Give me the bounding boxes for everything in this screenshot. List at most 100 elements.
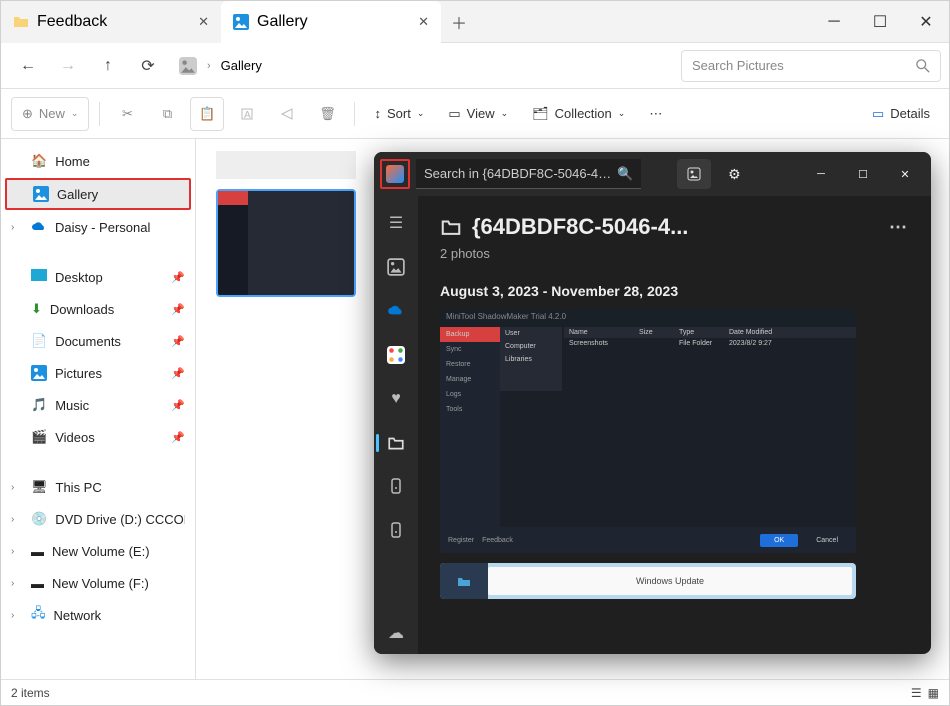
- new-button[interactable]: ⊕ New ⌄: [11, 97, 89, 131]
- sidebar-item-label: Home: [55, 154, 90, 169]
- minimize-button[interactable]: ─: [801, 159, 841, 189]
- address-bar[interactable]: › Gallery: [169, 57, 679, 75]
- details-label: Details: [890, 106, 930, 121]
- download-icon: ⬇: [31, 301, 42, 317]
- favorites-icon[interactable]: [374, 334, 418, 376]
- sidebar-item-label: Pictures: [55, 366, 102, 381]
- drive-icon: ▬: [31, 576, 44, 591]
- all-photos-icon[interactable]: [374, 246, 418, 288]
- sidebar: 🏠 Home Gallery › Daisy - Personal Deskto…: [1, 139, 196, 679]
- sidebar-item-label: Videos: [55, 430, 95, 445]
- network-icon: 🖧: [31, 604, 46, 626]
- thumbnail-placeholder: [216, 151, 356, 179]
- copy-button[interactable]: ⧉: [150, 97, 184, 131]
- search-icon: 🔍: [617, 166, 633, 182]
- pin-icon: 📌: [171, 303, 185, 316]
- sidebar-item-volume-e[interactable]: › ▬ New Volume (E:): [1, 535, 195, 567]
- view-button[interactable]: ▭ View ⌄: [439, 97, 517, 131]
- up-button[interactable]: ↑: [89, 48, 127, 84]
- photos-search-input[interactable]: Search in {64DBDF8C-5046-4… 🔍: [416, 159, 641, 189]
- back-button[interactable]: ←: [9, 48, 47, 84]
- sidebar-item-desktop[interactable]: Desktop 📌: [1, 261, 195, 293]
- sidebar-item-pictures[interactable]: Pictures 📌: [1, 357, 195, 389]
- more-button[interactable]: ⋯: [640, 97, 671, 131]
- collection-button[interactable]: 🗂 Collection ⌄: [523, 97, 634, 131]
- folder-icon: [440, 216, 462, 238]
- photos-app-icon: [380, 159, 410, 189]
- paste-button[interactable]: 📋: [190, 97, 224, 131]
- gallery-icon: [33, 186, 49, 202]
- plus-icon: ⊕: [22, 106, 33, 122]
- external2-icon[interactable]: [374, 510, 418, 552]
- more-button[interactable]: ⋯: [889, 217, 909, 238]
- pin-icon: 📌: [171, 431, 185, 444]
- sidebar-item-label: New Volume (F:): [52, 576, 149, 591]
- close-button[interactable]: ✕: [885, 159, 925, 189]
- sort-button[interactable]: ↕ Sort ⌄: [365, 97, 433, 131]
- folder-title: {64DBDF8C-5046-4...: [472, 214, 688, 240]
- sort-label: Sort: [387, 106, 411, 121]
- sidebar-item-network[interactable]: › 🖧 Network: [1, 599, 195, 631]
- list-view-icon[interactable]: ☰: [911, 686, 922, 700]
- new-tab-button[interactable]: ＋: [441, 10, 477, 34]
- search-input[interactable]: Search Pictures: [681, 50, 941, 82]
- search-placeholder: Search Pictures: [692, 58, 784, 73]
- close-icon[interactable]: ✕: [418, 14, 429, 30]
- photos-body: ☰ ♥ ☁: [374, 196, 931, 654]
- svg-text:A: A: [244, 110, 251, 121]
- folders-icon[interactable]: [374, 422, 418, 464]
- sidebar-item-dvd[interactable]: › 💿 DVD Drive (D:) CCCOMA: [1, 503, 195, 535]
- forward-button[interactable]: →: [49, 48, 87, 84]
- heart-icon[interactable]: ♥: [374, 378, 418, 420]
- details-button[interactable]: ▭ Details: [863, 97, 939, 131]
- sidebar-item-thispc[interactable]: › 🖥 This PC: [1, 471, 195, 503]
- sidebar-item-onedrive[interactable]: › Daisy - Personal: [1, 211, 195, 243]
- sidebar-item-videos[interactable]: 🎬 Videos 📌: [1, 421, 195, 453]
- cut-button[interactable]: ✂: [110, 97, 144, 131]
- sidebar-item-home[interactable]: 🏠 Home: [1, 145, 195, 177]
- chevron-right-icon: ›: [11, 222, 14, 233]
- details-icon: ▭: [872, 106, 884, 122]
- home-icon: 🏠: [31, 153, 47, 169]
- sidebar-item-music[interactable]: 🎵 Music 📌: [1, 389, 195, 421]
- maximize-button[interactable]: ☐: [843, 159, 883, 189]
- tab-gallery[interactable]: Gallery ✕: [221, 1, 441, 43]
- external-icon[interactable]: [374, 466, 418, 508]
- menu-button[interactable]: ☰: [374, 202, 418, 244]
- video-icon: 🎬: [31, 429, 47, 445]
- onedrive-icon[interactable]: [374, 290, 418, 332]
- date-range: August 3, 2023 - November 28, 2023: [440, 283, 909, 299]
- search-placeholder: Search in {64DBDF8C-5046-4…: [424, 166, 611, 181]
- sidebar-item-volume-f[interactable]: › ▬ New Volume (F:): [1, 567, 195, 599]
- photo-thumbnail[interactable]: Windows Update: [440, 563, 856, 599]
- gallery-thumbnail[interactable]: [216, 189, 356, 297]
- maximize-button[interactable]: ☐: [857, 7, 903, 37]
- photo-thumbnail[interactable]: MiniTool ShadowMaker Trial 4.2.0 Backup …: [440, 309, 856, 553]
- nav-bar: ← → ↑ ⟳ › Gallery Search Pictures: [1, 43, 949, 89]
- thumb-title: MiniTool ShadowMaker Trial 4.2.0: [440, 309, 856, 327]
- photos-titlebar: Search in {64DBDF8C-5046-4… 🔍 ⚙ ─ ☐ ✕: [374, 152, 931, 196]
- status-bar: 2 items ☰ ▦: [1, 679, 949, 705]
- sidebar-item-gallery[interactable]: Gallery: [5, 178, 191, 210]
- share-button[interactable]: [270, 97, 304, 131]
- settings-button[interactable]: ⚙: [717, 159, 751, 189]
- grid-view-icon[interactable]: ▦: [928, 686, 939, 700]
- icloud-icon[interactable]: ☁: [374, 612, 418, 654]
- search-icon: [916, 59, 930, 73]
- sidebar-item-label: Daisy - Personal: [55, 220, 150, 235]
- sidebar-item-label: Gallery: [57, 187, 98, 202]
- chevron-right-icon: ›: [11, 514, 14, 525]
- rename-button[interactable]: A: [230, 97, 264, 131]
- delete-button[interactable]: 🗑: [310, 97, 344, 131]
- sidebar-item-documents[interactable]: 📄 Documents 📌: [1, 325, 195, 357]
- minimize-button[interactable]: ─: [811, 7, 857, 37]
- import-button[interactable]: [677, 159, 711, 189]
- new-label: New: [39, 106, 65, 121]
- close-button[interactable]: ✕: [903, 7, 949, 37]
- gallery-icon: [179, 57, 197, 75]
- tab-feedback[interactable]: Feedback ✕: [1, 1, 221, 43]
- sidebar-item-label: DVD Drive (D:) CCCOMA: [55, 512, 185, 527]
- close-icon[interactable]: ✕: [198, 14, 209, 30]
- sidebar-item-downloads[interactable]: ⬇ Downloads 📌: [1, 293, 195, 325]
- refresh-button[interactable]: ⟳: [129, 48, 167, 84]
